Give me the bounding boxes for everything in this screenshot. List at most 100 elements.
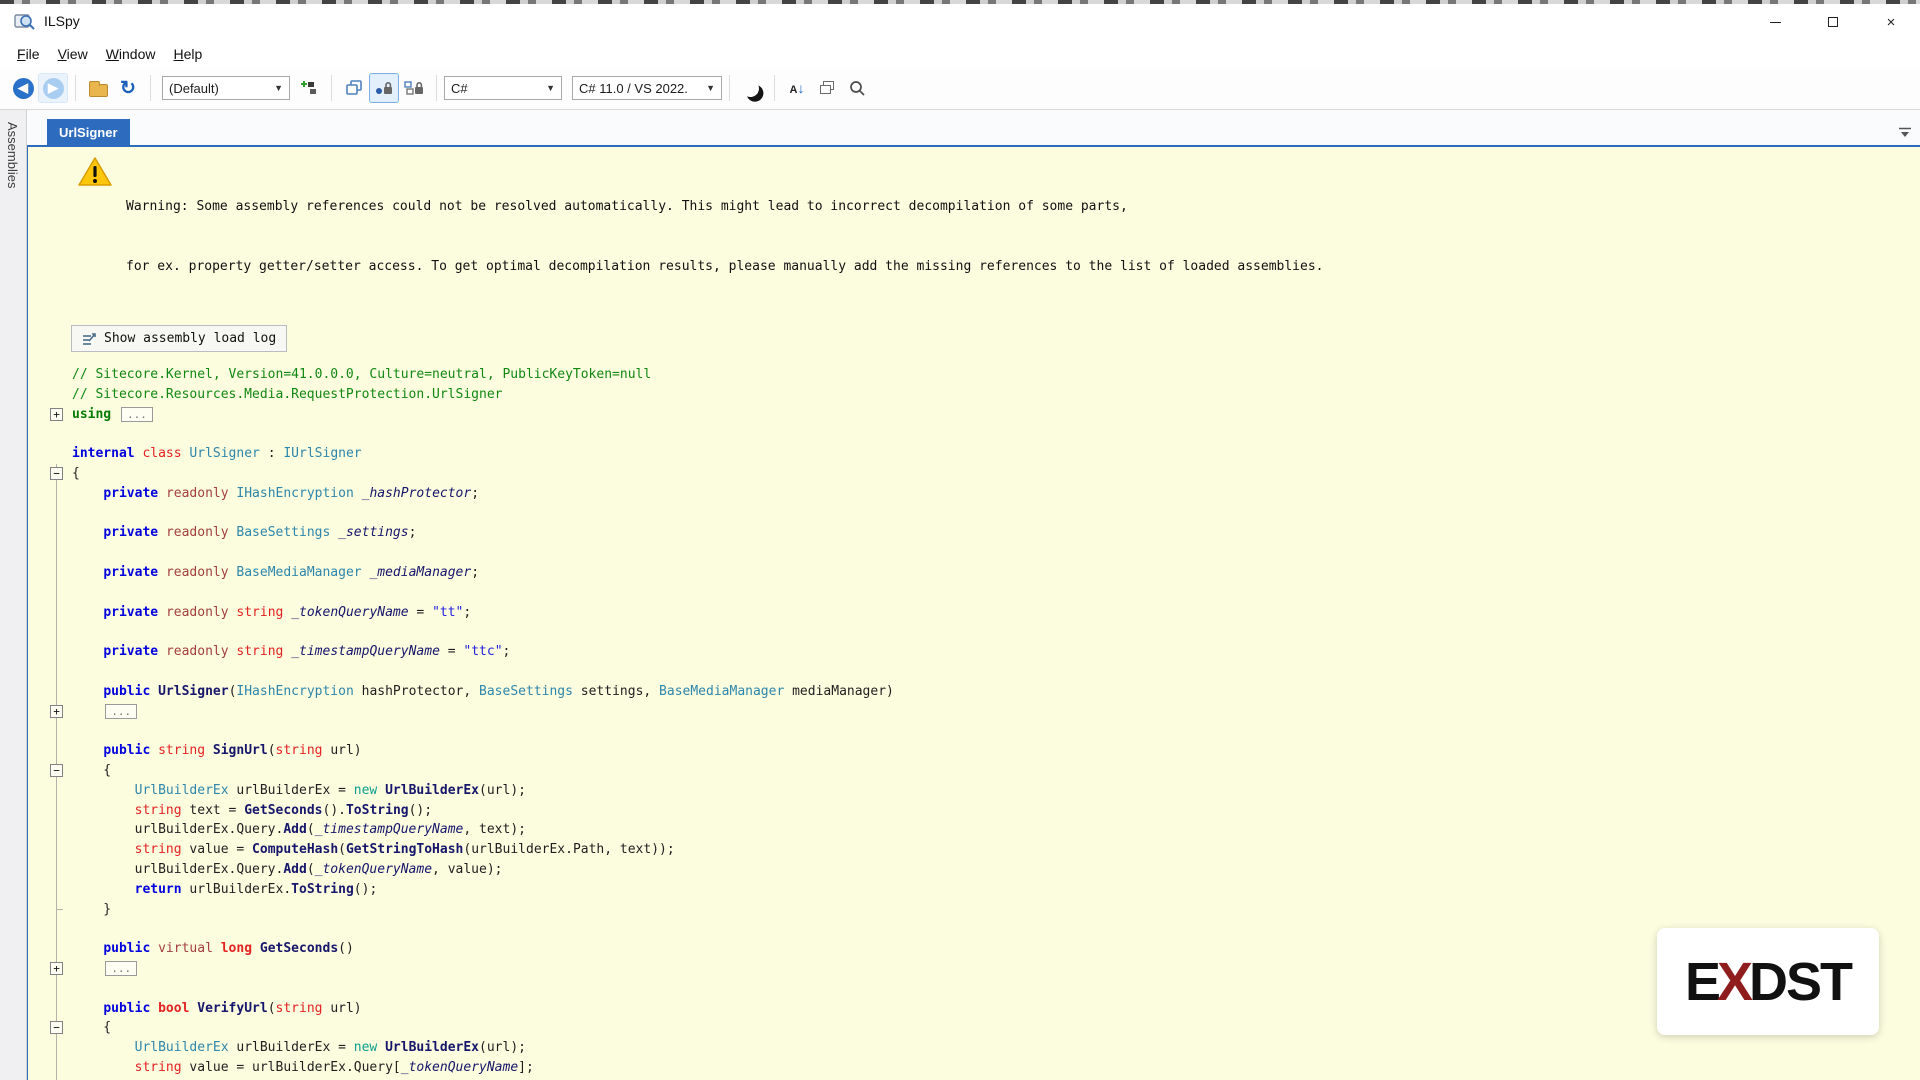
code-line: private readonly string _tokenQueryName … [28,603,1920,623]
window-cascade-button[interactable] [812,73,842,103]
code-line: private readonly IHashEncryption _hashPr… [28,484,1920,504]
code-line: +using ... [28,405,1920,425]
code-line: −{ [28,464,1920,484]
code-line [28,424,1920,444]
code-line: private readonly BaseMediaManager _media… [28,563,1920,583]
tab-label: UrlSigner [59,125,118,140]
fold-guide-line [56,622,57,642]
menu-bar: FileViewWindowHelp [0,40,1920,67]
code-line: // Sitecore.Kernel, Version=41.0.0.0, Cu… [28,365,1920,385]
chevron-down-icon: ▼ [706,83,715,93]
fold-guide-line [56,682,57,702]
tab-urlsigner[interactable]: UrlSigner [47,119,130,145]
fold-expand-icon[interactable]: + [50,705,63,718]
code-line: UrlBuilderEx urlBuilderEx = new UrlBuild… [28,1038,1920,1058]
code-line: internal class UrlSigner : IUrlSigner [28,444,1920,464]
code-line: UrlBuilderEx urlBuilderEx = new UrlBuild… [28,781,1920,801]
chevron-down-icon: ▼ [546,83,555,93]
fold-guide-line [56,979,57,999]
code-line: private readonly string _timestampQueryN… [28,642,1920,662]
type-lock-icon [404,80,424,96]
assembly-list-dropdown[interactable]: (Default) ▼ [162,76,290,100]
menu-item-view[interactable]: View [49,43,97,65]
ilspy-window: ILSpy × FileViewWindowHelp ◀ ▶ ↻ (Defaul… [0,0,1920,1080]
fold-guide-line [56,504,57,524]
code-line [28,504,1920,524]
close-button[interactable]: × [1862,4,1920,40]
navigate-forward-button[interactable]: ▶ [38,73,68,103]
menu-item-file[interactable]: File [8,43,49,65]
collapsed-region-box[interactable]: ... [121,407,153,422]
code-line: string text = GetSeconds().ToString(); [28,801,1920,821]
window-title: ILSpy [44,13,80,29]
search-button[interactable] [842,73,872,103]
sort-az-icon: A↓ [790,80,805,96]
decompiled-code-view[interactable]: Warning: Some assembly references could … [27,147,1920,1080]
code-line [28,721,1920,741]
assemblies-panel-strip[interactable]: Assemblies [0,110,27,1080]
warning-icon [78,157,112,187]
fold-end-marker [56,909,63,910]
ilspy-app-icon [14,11,36,31]
toolbar-separator [331,75,332,101]
fold-guide-line [56,820,57,840]
fold-guide-line [56,583,57,603]
warning-line-2: for ex. property getter/setter access. T… [126,257,1323,277]
code-line [28,622,1920,642]
manage-assembly-lists-button[interactable] [294,73,324,103]
fold-guide-line [56,741,57,761]
fold-expand-icon[interactable]: + [50,408,63,421]
fold-guide-line [56,543,57,563]
show-internal-api-button[interactable] [339,73,369,103]
fold-guide-line [56,662,57,682]
chevron-down-icon: ▼ [274,83,283,93]
warning-line-1: Warning: Some assembly references could … [126,197,1323,217]
toolbar-separator [75,75,76,101]
tab-list-chevron-icon[interactable] [1898,127,1912,139]
code-line: − { [28,761,1920,781]
minimize-icon [1770,22,1781,23]
search-icon [849,80,866,97]
sort-alphabetically-button[interactable]: A↓ [782,73,812,103]
menu-item-window[interactable]: Window [97,43,165,65]
code-line: string value = ComputeHash(GetStringToHa… [28,840,1920,860]
collapsed-region-box[interactable]: ... [105,704,137,719]
show-public-only-toggle[interactable] [369,73,399,103]
language-version-value: C# 11.0 / VS 2022. [579,81,688,96]
fold-guide-line [56,860,57,880]
minimize-button[interactable] [1746,4,1804,40]
show-compiler-generated-toggle[interactable] [399,73,429,103]
reload-assemblies-button[interactable]: ↻ [113,73,143,103]
toolbar-separator [774,75,775,101]
fold-collapse-icon[interactable]: − [50,764,63,777]
fold-guide-line [56,880,57,900]
fold-guide-line [56,999,57,1019]
maximize-button[interactable] [1804,4,1862,40]
forward-icon: ▶ [43,78,64,99]
open-folder-icon [89,84,108,97]
theme-toggle-button[interactable] [737,73,767,103]
show-assembly-load-log-button[interactable]: Show assembly load log [71,325,287,352]
language-version-dropdown[interactable]: C# 11.0 / VS 2022. ▼ [572,76,722,100]
exdst-logo-text: EXDST [1685,951,1851,1013]
refresh-icon: ↻ [120,79,136,98]
title-bar: ILSpy × [0,4,1920,40]
fold-expand-icon[interactable]: + [50,962,63,975]
open-assembly-button[interactable] [83,73,113,103]
language-dropdown[interactable]: C# ▼ [444,76,562,100]
fold-collapse-icon[interactable]: − [50,467,63,480]
show-assembly-load-log-label: Show assembly load log [104,331,276,346]
code-editor[interactable]: // Sitecore.Kernel, Version=41.0.0.0, Cu… [28,365,1920,1080]
navigate-back-button[interactable]: ◀ [8,73,38,103]
fold-collapse-icon[interactable]: − [50,1021,63,1034]
code-line: + ... [28,702,1920,722]
menu-item-help[interactable]: Help [165,43,212,65]
fold-guide-line [56,801,57,821]
fold-guide-line [56,603,57,623]
toolbar: ◀ ▶ ↻ (Default) ▼ [0,67,1920,110]
code-line [28,543,1920,563]
assemblies-panel-title: Assemblies [5,122,20,188]
collapsed-region-box[interactable]: ... [105,961,137,976]
toolbar-separator [729,75,730,101]
code-line: string value = urlBuilderEx.Query[_token… [28,1058,1920,1078]
